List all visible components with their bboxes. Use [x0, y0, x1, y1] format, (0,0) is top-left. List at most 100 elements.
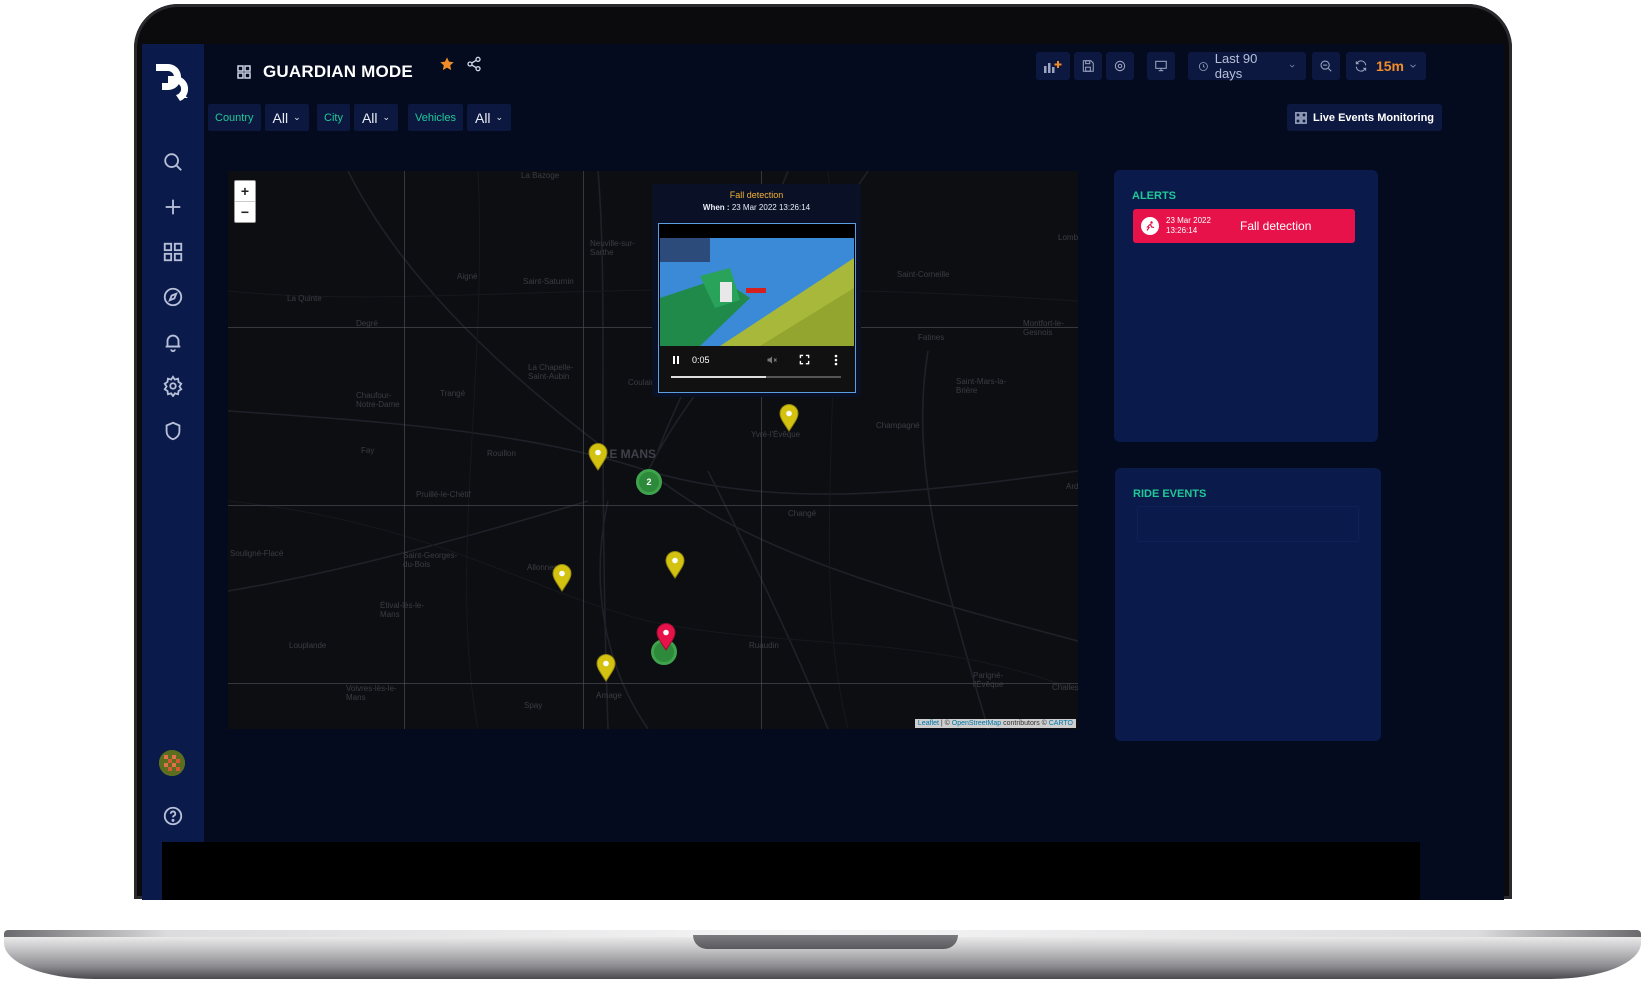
chevron-down-icon: ⌄	[293, 112, 301, 122]
dashboards-icon[interactable]	[157, 236, 189, 268]
filter-country: Country All ⌄	[208, 104, 309, 131]
town-label: Challes	[1052, 683, 1078, 692]
brand-logo[interactable]	[150, 56, 196, 102]
dashboard-settings-icon[interactable]	[1106, 52, 1134, 80]
town-label: La Chapelle-Saint-Aubin	[528, 363, 574, 381]
alerting-bell-icon[interactable]	[157, 326, 189, 358]
clock-icon	[1198, 61, 1208, 71]
fall-detection-icon	[1141, 217, 1159, 235]
filter-label: Country	[208, 104, 261, 131]
town-label: Souligné-Flacé	[230, 549, 284, 558]
filter-country-select[interactable]: All ⌄	[264, 104, 309, 131]
dashboard-grid-icon[interactable]	[237, 65, 251, 79]
video-progress-bar[interactable]	[671, 376, 841, 378]
mute-icon[interactable]	[766, 354, 778, 366]
chevron-down-icon	[1289, 64, 1295, 68]
time-range-picker[interactable]: Last 90 days	[1188, 51, 1306, 81]
save-dashboard-button[interactable]	[1074, 52, 1102, 80]
town-label: Louplande	[289, 641, 327, 650]
favorite-star-icon[interactable]	[439, 56, 455, 77]
ride-events-panel: RIDE EVENTS	[1115, 468, 1381, 741]
town-label: Pruillé-le-Chétif	[416, 490, 471, 499]
event-marker-yellow[interactable]	[552, 564, 572, 592]
town-label: Arnage	[596, 691, 622, 700]
chevron-down-icon	[1410, 64, 1416, 68]
help-icon[interactable]	[157, 800, 189, 832]
fullscreen-icon[interactable]	[799, 354, 810, 365]
town-label: Saint-Mars-la-Brière	[956, 377, 1007, 395]
user-avatar[interactable]	[159, 750, 185, 776]
events-map[interactable]: La Bazoge Neuville-sur-Sarthe Aigné Sain…	[228, 171, 1078, 729]
event-marker-yellow[interactable]	[588, 443, 608, 471]
pause-icon[interactable]	[671, 355, 681, 365]
add-icon[interactable]	[157, 191, 189, 223]
popup-when: When : 23 Mar 2022 13:26:14	[652, 203, 861, 212]
video-time: 0:05	[692, 355, 710, 365]
filter-label: City	[317, 104, 350, 131]
refresh-icon	[1355, 60, 1367, 72]
add-panel-button[interactable]	[1036, 52, 1070, 80]
live-events-monitoring-link[interactable]: Live Events Monitoring	[1287, 104, 1443, 131]
chevron-down-icon: ⌄	[382, 112, 391, 122]
cluster-count: 2	[646, 477, 652, 487]
town-label: La Quinte	[287, 294, 322, 303]
town-label: Saint-Saturnin	[523, 277, 574, 286]
alert-date-day: 23 Mar 2022	[1166, 216, 1211, 225]
town-label: Aigné	[457, 272, 478, 281]
refresh-picker[interactable]: 15m	[1346, 52, 1426, 80]
town-label: La Bazoge	[521, 171, 560, 180]
osm-link[interactable]: OpenStreetMap	[952, 720, 1001, 727]
sidebar	[142, 44, 204, 900]
town-label: Saint-Georges-du-Bois	[403, 551, 458, 569]
event-video-player[interactable]: 0:05	[658, 223, 856, 393]
app-screen: GUARDIAN MODE Last 90 days 15m Country A…	[142, 44, 1504, 900]
popup-title: Fall detection	[729, 190, 784, 200]
filter-city-select[interactable]: All ⌄	[353, 104, 399, 131]
zoom-in-button[interactable]: +	[235, 181, 255, 201]
video-progress-fill	[671, 376, 767, 378]
zoom-out-time-button[interactable]	[1312, 52, 1340, 80]
attribution-contributors: contributors ©	[1001, 720, 1049, 727]
settings-gear-icon[interactable]	[157, 370, 189, 402]
town-label: Changé	[788, 509, 817, 518]
laptop-notch	[693, 935, 958, 949]
share-icon[interactable]	[466, 56, 482, 77]
town-label: Neuville-sur-Sarthe	[590, 239, 635, 257]
marker-cluster[interactable]: 2	[636, 469, 662, 495]
leaflet-link[interactable]: Leaflet	[918, 720, 939, 727]
screen-bottom-bezel	[162, 842, 1420, 900]
alerts-panel: ALERTS 23 Mar 2022 13:26:14 Fall detectio…	[1114, 170, 1378, 442]
town-label: Spay	[524, 701, 543, 710]
event-marker-yellow[interactable]	[665, 551, 685, 579]
alert-item[interactable]: 23 Mar 2022 13:26:14 Fall detection	[1133, 209, 1355, 243]
map-zoom-control: + −	[234, 180, 256, 223]
event-marker-yellow[interactable]	[596, 654, 616, 682]
time-range-label: Last 90 days	[1214, 51, 1258, 81]
carto-link[interactable]: CARTO	[1049, 720, 1073, 727]
town-label: Champagné	[876, 421, 920, 430]
more-options-icon[interactable]	[834, 354, 838, 366]
town-label: Fatines	[918, 333, 945, 342]
tv-mode-icon[interactable]	[1147, 52, 1175, 80]
alerts-title: ALERTS	[1132, 190, 1176, 202]
town-label: Étival-lès-le-Mans	[380, 601, 425, 619]
filter-label: Vehicles	[408, 104, 463, 131]
alert-name: Fall detection	[1240, 219, 1312, 233]
zoom-out-button[interactable]: −	[235, 201, 255, 222]
town-label: Chaufour-Notre-Dame	[356, 391, 400, 409]
event-popup: Fall detection When : 23 Mar 2022 13:26:…	[652, 184, 861, 397]
filter-vehicles-select[interactable]: All ⌄	[466, 104, 512, 131]
event-marker-yellow[interactable]	[779, 404, 799, 432]
search-icon[interactable]	[157, 146, 189, 178]
alert-marker-red[interactable]	[656, 623, 676, 651]
town-label: Rouillon	[487, 449, 516, 458]
map-attribution: Leaflet | © OpenStreetMap contributors ©…	[914, 719, 1076, 728]
explore-compass-icon[interactable]	[157, 281, 189, 313]
attribution-separator: | ©	[938, 720, 952, 727]
video-controls: 0:05	[659, 346, 855, 392]
filter-value: All	[272, 109, 289, 126]
refresh-interval-value: 15m	[1375, 58, 1405, 74]
popup-when-label: When :	[702, 203, 730, 212]
city-label: LE MANS	[602, 447, 656, 461]
shield-icon[interactable]	[157, 415, 189, 447]
